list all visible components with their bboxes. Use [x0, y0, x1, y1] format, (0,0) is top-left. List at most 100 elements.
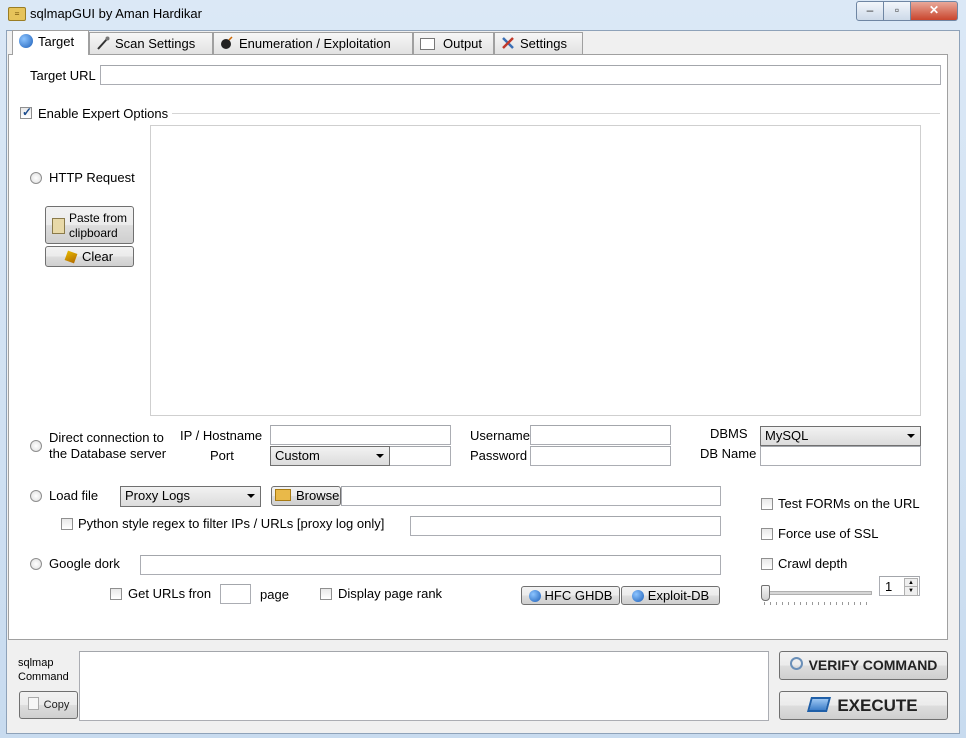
http-request-textarea[interactable]	[150, 125, 921, 416]
close-button[interactable]: ✕	[910, 1, 958, 21]
hfc-ghdb-button[interactable]: HFC GHDB	[521, 586, 620, 605]
sqlmap-command-textarea[interactable]	[79, 651, 769, 721]
slider-thumb[interactable]	[761, 585, 770, 601]
paste-from-clipboard-button[interactable]: Paste from clipboard	[45, 206, 134, 244]
tools-icon	[501, 35, 515, 49]
display-page-rank-checkbox[interactable]	[320, 588, 332, 600]
crawl-depth-label: Crawl depth	[778, 556, 848, 571]
target-url-input[interactable]	[100, 65, 941, 85]
enable-expert-options-checkbox[interactable]: ✓	[20, 105, 32, 119]
regex-filter-input[interactable]	[410, 516, 721, 536]
page-label: page	[260, 587, 289, 602]
copy-icon	[27, 697, 39, 710]
sqlmap-command-label-line2: Command	[18, 671, 69, 683]
target-url-label: Target URL	[30, 68, 96, 83]
expert-options-divider	[172, 113, 940, 114]
paste-label-line1: Paste from	[69, 211, 128, 225]
tab-label: Output	[443, 36, 483, 51]
tab-label: Enumeration / Exploitation	[239, 36, 391, 51]
exploit-db-label: Exploit-DB	[647, 588, 710, 603]
password-label: Password	[470, 448, 528, 463]
crawl-depth-value: 1	[885, 579, 893, 594]
get-urls-label: Get URLs fron	[128, 586, 212, 601]
globe-icon	[528, 590, 541, 602]
port-select-value: Custom	[275, 448, 320, 463]
google-page-input[interactable]	[220, 584, 251, 604]
spin-down-icon[interactable]: ▼	[904, 586, 918, 596]
app-icon: =	[8, 7, 26, 21]
verify-command-button[interactable]: VERIFY COMMAND	[779, 651, 948, 680]
google-dork-input[interactable]	[140, 555, 721, 575]
execute-label: EXECUTE	[837, 696, 918, 715]
window-icon	[420, 38, 435, 50]
direct-connection-radio[interactable]	[30, 440, 42, 452]
get-urls-checkbox[interactable]	[110, 588, 122, 600]
chevron-down-icon	[247, 494, 255, 498]
wand-icon	[96, 35, 110, 50]
globe-icon	[19, 34, 33, 48]
globe-icon	[631, 590, 644, 602]
tab-label: Scan Settings	[115, 36, 196, 51]
tab-enumeration-exploitation[interactable]: Enumeration / Exploitation	[213, 32, 413, 54]
regex-filter-checkbox[interactable]	[61, 518, 73, 530]
force-ssl-checkbox[interactable]	[761, 528, 773, 540]
ip-hostname-input[interactable]	[270, 425, 451, 445]
magnifier-icon	[789, 657, 803, 670]
port-input[interactable]	[388, 446, 451, 466]
crawl-depth-slider[interactable]	[760, 584, 872, 606]
force-ssl-label: Force use of SSL	[778, 526, 879, 541]
browse-button[interactable]: Browse	[271, 486, 341, 506]
load-file-path-input[interactable]	[341, 486, 721, 506]
chevron-down-icon	[907, 434, 915, 438]
ip-hostname-label: IP / Hostname	[180, 428, 263, 443]
browse-label: Browse	[296, 488, 340, 503]
username-input[interactable]	[530, 425, 671, 445]
broom-icon	[64, 250, 78, 264]
verify-command-label: VERIFY COMMAND	[808, 657, 938, 673]
minimize-button[interactable]: –	[856, 1, 884, 21]
load-file-type-value: Proxy Logs	[125, 488, 191, 503]
clipboard-icon	[52, 218, 65, 234]
dbms-select[interactable]: MySQL	[760, 426, 921, 446]
password-input[interactable]	[530, 446, 671, 466]
tab-scan-settings[interactable]: Scan Settings	[89, 32, 213, 54]
dbms-label: DBMS	[710, 426, 748, 441]
regex-filter-label: Python style regex to filter IPs / URLs …	[78, 516, 385, 531]
google-dork-radio[interactable]	[30, 558, 42, 570]
port-select[interactable]: Custom	[270, 446, 390, 466]
http-request-label: HTTP Request	[49, 170, 135, 185]
exploit-db-button[interactable]: Exploit-DB	[621, 586, 720, 605]
load-file-radio[interactable]	[30, 490, 42, 502]
test-forms-label: Test FORMs on the URL	[778, 496, 920, 511]
folder-icon	[275, 489, 291, 501]
execute-icon	[807, 697, 832, 712]
clear-label: Clear	[81, 249, 114, 264]
crawl-depth-checkbox[interactable]	[761, 558, 773, 570]
http-request-radio[interactable]	[30, 172, 42, 184]
window-title: sqlmapGUI by Aman Hardikar	[30, 6, 202, 21]
load-file-type-select[interactable]: Proxy Logs	[120, 486, 261, 507]
hfc-ghdb-label: HFC GHDB	[544, 588, 613, 603]
direct-connection-label-line2: the Database server	[49, 446, 167, 461]
crawl-depth-spinner[interactable]: 1 ▲ ▼	[879, 576, 920, 596]
slider-track	[764, 591, 872, 595]
username-label: Username	[470, 428, 530, 443]
sqlmap-command-label-line1: sqlmap	[18, 657, 54, 669]
chevron-down-icon	[376, 454, 384, 458]
tab-output[interactable]: Output	[413, 32, 494, 54]
db-name-input[interactable]	[760, 446, 921, 466]
maximize-button[interactable]: ▫	[883, 1, 911, 21]
tab-label: Settings	[520, 36, 567, 51]
dbms-select-value: MySQL	[765, 428, 809, 443]
bomb-icon	[220, 35, 234, 49]
execute-button[interactable]: EXECUTE	[779, 691, 948, 720]
direct-connection-label-line1: Direct connection to	[49, 430, 164, 445]
enable-expert-options-label: Enable Expert Options	[38, 106, 169, 121]
test-forms-checkbox[interactable]	[761, 498, 773, 510]
title-bar: = sqlmapGUI by Aman Hardikar – ▫ ✕	[0, 0, 966, 28]
tab-settings[interactable]: Settings	[494, 32, 583, 54]
tab-target[interactable]: Target	[12, 30, 89, 55]
copy-button[interactable]: Copy	[19, 691, 78, 719]
db-name-label: DB Name	[700, 446, 757, 461]
clear-button[interactable]: Clear	[45, 246, 134, 267]
